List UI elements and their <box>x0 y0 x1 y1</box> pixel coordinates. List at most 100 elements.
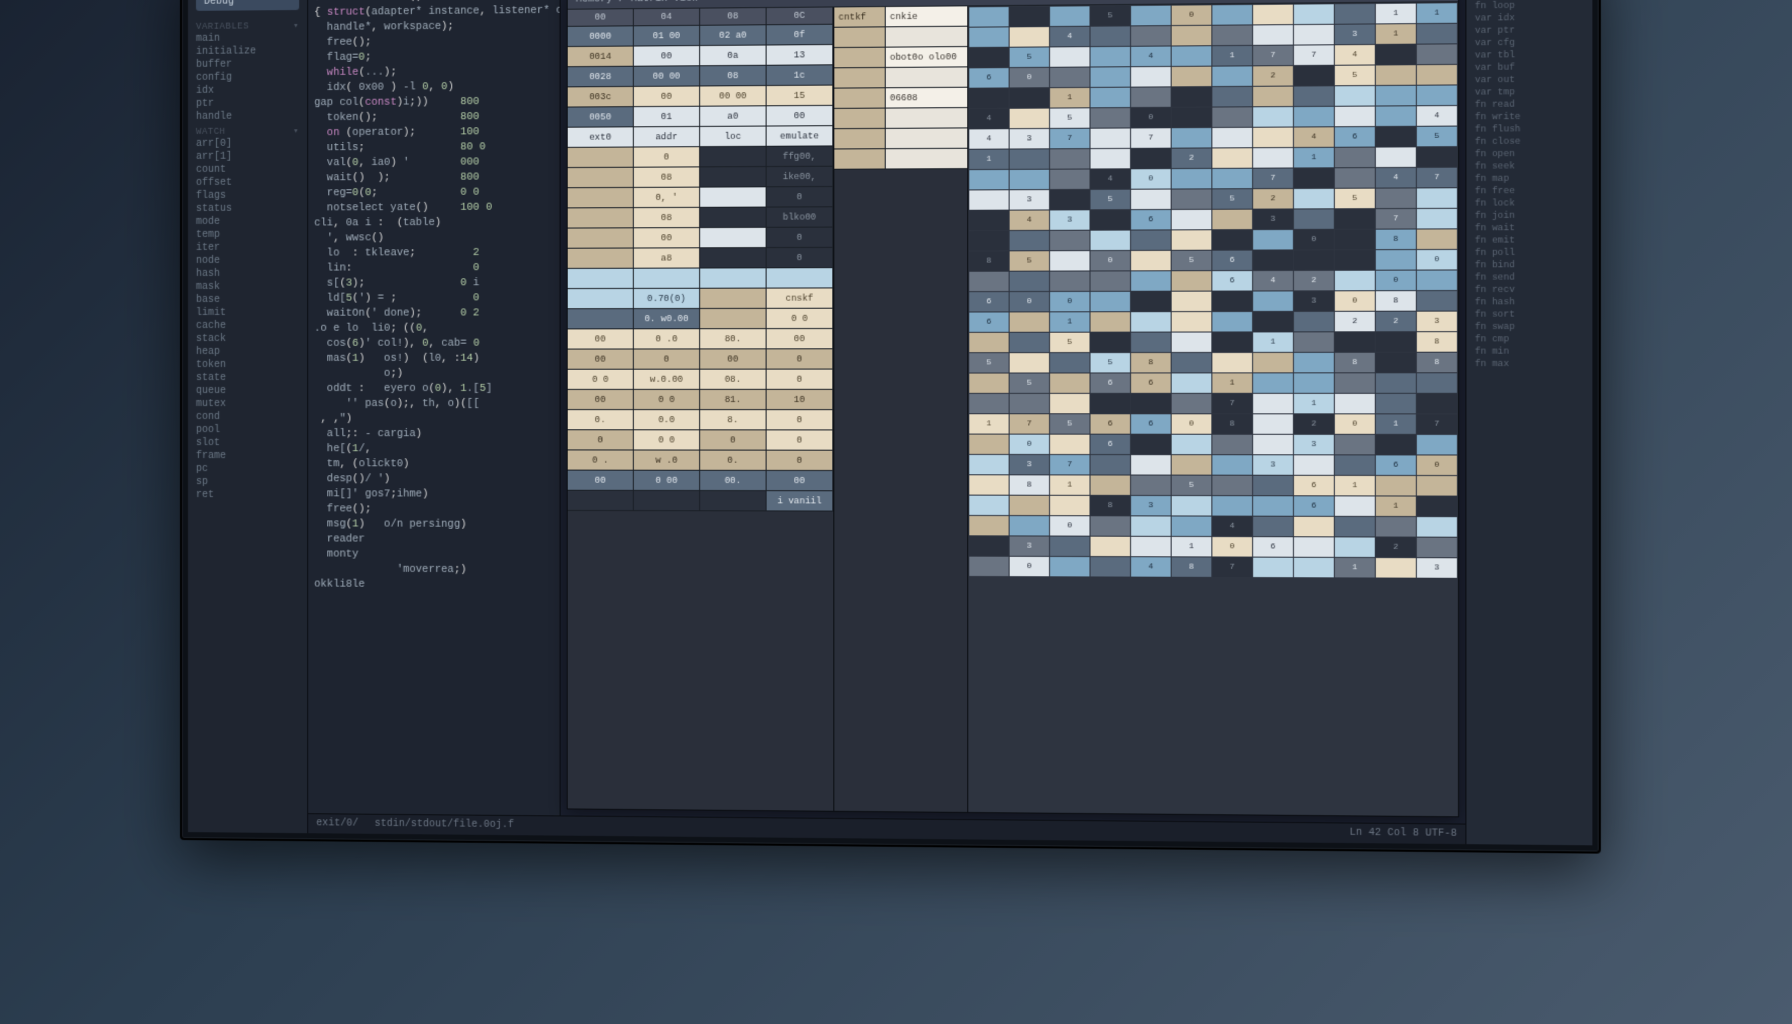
sidebar-section-header[interactable]: Watch▾ <box>188 123 307 138</box>
rail-item[interactable]: fn recv <box>1466 284 1592 297</box>
heat-cell[interactable] <box>1376 435 1416 455</box>
heat-cell[interactable] <box>1172 230 1212 250</box>
heat-cell[interactable] <box>1091 149 1131 169</box>
heat-cell[interactable] <box>1253 230 1293 250</box>
heat-cell[interactable]: 7 <box>1010 414 1049 433</box>
heat-cell[interactable]: 5 <box>1335 189 1375 209</box>
hex-cell[interactable]: ike00, <box>767 167 834 187</box>
heat-cell[interactable] <box>1253 148 1293 168</box>
sidebar-item[interactable]: flags <box>188 189 307 203</box>
heat-cell[interactable]: 3 <box>1010 190 1049 210</box>
heat-cell[interactable] <box>1172 292 1212 312</box>
heat-cell[interactable] <box>1091 67 1131 87</box>
code-line[interactable]: ld[5(') = ; 0 <box>314 291 553 307</box>
heat-cell[interactable] <box>1253 250 1293 270</box>
code-line[interactable]: { struct(adapter* instance, listener* cb… <box>314 4 553 21</box>
heat-cell[interactable]: 5 <box>1010 251 1049 270</box>
heat-cell[interactable]: 6 <box>969 292 1008 311</box>
heat-cell[interactable] <box>1172 394 1212 413</box>
hex-cell[interactable]: 02 a0 <box>700 25 766 45</box>
heat-cell[interactable]: 4 <box>1010 210 1049 230</box>
heat-cell[interactable]: 0 <box>1010 68 1049 88</box>
code-line[interactable]: wait() ); 800 <box>314 170 553 186</box>
heat-cell[interactable]: 8 <box>1212 414 1252 433</box>
heat-cell[interactable] <box>1050 496 1089 515</box>
hex-row[interactable]: 0.70(0)cnskf <box>568 288 834 309</box>
heat-cell[interactable]: 0 <box>1417 455 1457 475</box>
heat-cell[interactable]: 1 <box>1335 558 1375 578</box>
heat-cell[interactable] <box>1417 147 1457 167</box>
heat-cell[interactable] <box>1091 271 1131 290</box>
heat-cell[interactable] <box>1131 230 1171 250</box>
heat-cell[interactable] <box>969 394 1008 413</box>
heat-cell[interactable]: 1 <box>969 150 1008 170</box>
hex-row[interactable]: 0ffg00, <box>568 146 834 168</box>
heat-cell[interactable] <box>1253 353 1293 372</box>
heat-cell[interactable]: 3 <box>1131 496 1171 515</box>
heat-cell[interactable] <box>1010 88 1049 108</box>
heat-cell[interactable]: 2 <box>1335 312 1375 332</box>
hex-row[interactable]: 000 <box>568 228 834 249</box>
heat-cell[interactable] <box>1376 250 1416 270</box>
heat-cell[interactable]: 5 <box>1417 127 1457 147</box>
heat-cell[interactable] <box>1294 86 1334 106</box>
heat-cell[interactable] <box>1091 516 1131 535</box>
heat-cell[interactable] <box>1335 455 1375 475</box>
heat-cell[interactable] <box>1091 312 1131 331</box>
heat-cell[interactable]: 3 <box>1417 312 1457 332</box>
rail-item[interactable]: var tbl <box>1466 48 1592 61</box>
hex-cell[interactable]: 0 0 <box>568 370 634 389</box>
heat-cell[interactable] <box>1212 25 1252 45</box>
heat-cell[interactable]: 5 <box>1010 374 1049 393</box>
hex-row[interactable]: 0014000a13 <box>568 45 834 67</box>
heat-cell[interactable] <box>1131 476 1171 495</box>
hex-cell[interactable]: 003c <box>568 87 634 107</box>
code-line[interactable]: 'moverrea;) <box>314 562 553 578</box>
heat-cell[interactable] <box>1294 332 1334 352</box>
hex-cell[interactable]: 0 <box>700 430 766 449</box>
hex-row[interactable]: 08blko00 <box>568 207 834 228</box>
hex-row[interactable]: 000 0000.00 <box>568 471 834 492</box>
heat-cell[interactable] <box>1335 373 1375 393</box>
heat-cell[interactable] <box>1010 27 1049 47</box>
code-line[interactable]: lo : tkleave; 2 <box>314 246 553 262</box>
hex-cell[interactable]: w.0.00 <box>634 370 700 389</box>
heat-cell[interactable] <box>1417 85 1457 105</box>
heat-cell[interactable]: 1 <box>1294 394 1334 413</box>
code-line[interactable]: .o e lo li0; ((0, <box>314 321 553 336</box>
heat-cell[interactable] <box>1253 373 1293 392</box>
sidebar-item[interactable]: temp <box>188 229 307 242</box>
heat-cell[interactable] <box>1050 394 1089 413</box>
sidebar-item[interactable]: node <box>188 255 307 268</box>
sidebar-item[interactable]: iter <box>188 242 307 255</box>
heat-cell[interactable] <box>1335 230 1375 250</box>
chevron-down-icon[interactable]: ▾ <box>293 126 299 136</box>
hex-cell[interactable]: 0 <box>767 349 834 368</box>
heat-cell[interactable] <box>1376 373 1416 393</box>
heat-cell[interactable] <box>1212 312 1252 332</box>
hex-cell[interactable]: 0050 <box>568 107 634 127</box>
code-line[interactable]: o;) <box>314 367 553 382</box>
heat-cell[interactable]: 0 <box>1010 557 1049 576</box>
heat-cell[interactable]: 6 <box>969 68 1008 88</box>
heat-cell[interactable] <box>1131 516 1171 536</box>
heat-cell[interactable] <box>1010 7 1049 27</box>
code-line[interactable]: free(); <box>314 502 553 518</box>
hex-row[interactable]: 003c0000 0015 <box>568 86 834 108</box>
heat-cell[interactable] <box>1131 190 1171 210</box>
heat-cell[interactable]: 4 <box>1417 106 1457 126</box>
hex-cell[interactable] <box>700 228 766 247</box>
heat-cell[interactable]: 0 <box>1294 230 1334 250</box>
rail-item[interactable]: fn wait <box>1466 222 1592 235</box>
heat-cell[interactable] <box>1417 373 1457 393</box>
heat-cell[interactable]: 7 <box>1417 414 1457 434</box>
heat-cell[interactable] <box>1376 45 1416 65</box>
heat-cell[interactable]: 1 <box>1172 537 1212 557</box>
heat-cell[interactable] <box>1050 251 1089 270</box>
heat-cell[interactable] <box>1212 128 1252 148</box>
heat-cell[interactable] <box>1172 46 1212 66</box>
heat-cell[interactable] <box>1294 353 1334 373</box>
property-value[interactable] <box>886 128 967 148</box>
heat-cell[interactable] <box>1417 229 1457 249</box>
heat-cell[interactable] <box>1212 5 1252 25</box>
